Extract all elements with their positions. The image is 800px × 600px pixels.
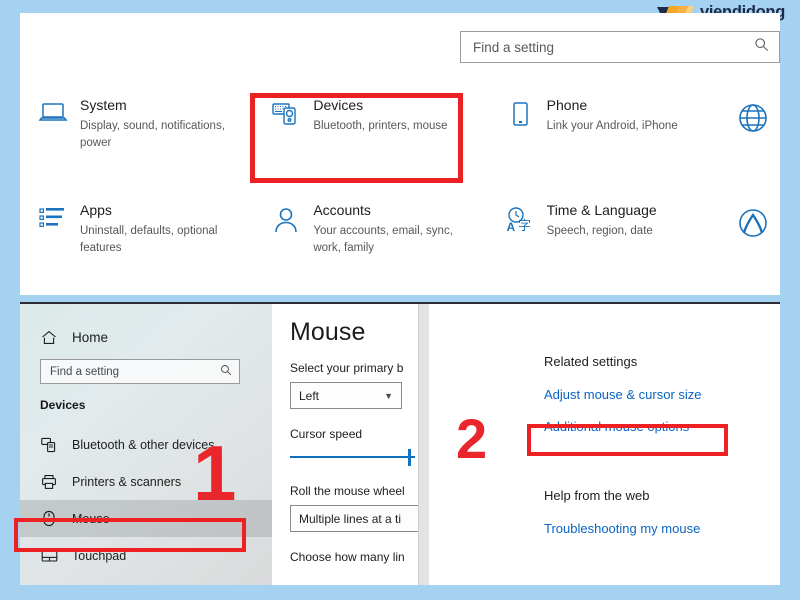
category-subtitle: Speech, region, date [546,224,653,237]
svg-text:字: 字 [518,219,531,234]
bluetooth-devices-icon [40,437,58,453]
globe-icon [726,91,780,135]
apps-list-icon [26,196,80,232]
annotation-box-mouse [14,518,246,552]
primary-button-label: Select your primary b [290,361,404,375]
link-adjust-mouse-cursor-size[interactable]: Adjust mouse & cursor size [544,387,702,402]
settings-search[interactable] [460,31,780,63]
settings-category-gaming[interactable] [720,196,780,295]
settings-category-apps[interactable]: Apps Uninstall, defaults, optional featu… [20,196,253,295]
category-subtitle: Display, sound, notifications, power [80,119,225,149]
sidebar-home-label: Home [72,330,109,345]
category-title: Time & Language [546,202,657,218]
category-subtitle: Uninstall, defaults, optional features [80,224,218,254]
mouse-wheel-dropdown[interactable]: Multiple lines at a ti [290,505,418,532]
home-icon [40,330,58,345]
search-icon [220,363,232,381]
sidebar-group-header: Devices [40,398,86,412]
primary-button-dropdown[interactable]: Left ▼ [290,382,402,409]
phone-icon [493,91,547,131]
sidebar-item-label: Printers & scanners [72,474,182,489]
category-title: Phone [546,97,588,113]
settings-category-network[interactable] [720,91,780,196]
annotation-box-additional-mouse-options [527,424,728,456]
category-subtitle: Link your Android, iPhone [546,119,678,132]
annotation-step-1: 1 [193,429,237,517]
sidebar-item-home[interactable]: Home [20,304,272,345]
category-subtitle: Your accounts, email, sync, work, family [313,224,453,254]
page-title: Mouse [290,318,366,346]
annotation-box-devices [250,93,463,183]
mouse-wheel-value: Multiple lines at a ti [299,511,402,526]
cursor-speed-slider[interactable] [290,448,415,466]
category-title: System [80,97,127,113]
lines-to-scroll-label: Choose how many lin [290,550,405,564]
sidebar-search[interactable] [40,359,240,384]
printer-icon [40,474,58,490]
category-title: Apps [80,202,112,218]
link-troubleshooting-my-mouse[interactable]: Troubleshooting my mouse [544,521,700,536]
settings-category-system[interactable]: System Display, sound, notifications, po… [20,91,253,196]
search-input[interactable] [471,38,754,56]
sidebar-search-input[interactable] [48,364,220,379]
screenshot-root: viendidong .com [0,0,800,600]
category-title: Accounts [313,202,371,218]
settings-row-2: Apps Uninstall, defaults, optional featu… [20,196,780,295]
slider-track [290,456,415,458]
related-settings-header: Related settings [544,354,638,369]
chevron-down-icon: ▼ [384,390,393,401]
clock-language-icon: A 字 [493,196,547,234]
settings-category-time-language[interactable]: A 字 Time & Language Speech, region, date [487,196,720,295]
mouse-settings-content: Mouse Select your primary b Left ▼ Curso… [272,304,418,585]
cursor-speed-label: Cursor speed [290,427,363,441]
xbox-icon [726,196,780,240]
help-from-web-header: Help from the web [544,488,650,503]
annotation-step-2: 2 [456,407,488,470]
slider-thumb[interactable] [408,449,411,466]
svg-text:A: A [506,220,515,234]
primary-button-value: Left [299,388,320,403]
person-icon [259,196,313,236]
laptop-icon [26,91,80,125]
settings-category-phone[interactable]: Phone Link your Android, iPhone [487,91,720,196]
search-icon [754,37,769,57]
settings-category-accounts[interactable]: Accounts Your accounts, email, sync, wor… [253,196,486,295]
mouse-wheel-label: Roll the mouse wheel [290,484,405,498]
